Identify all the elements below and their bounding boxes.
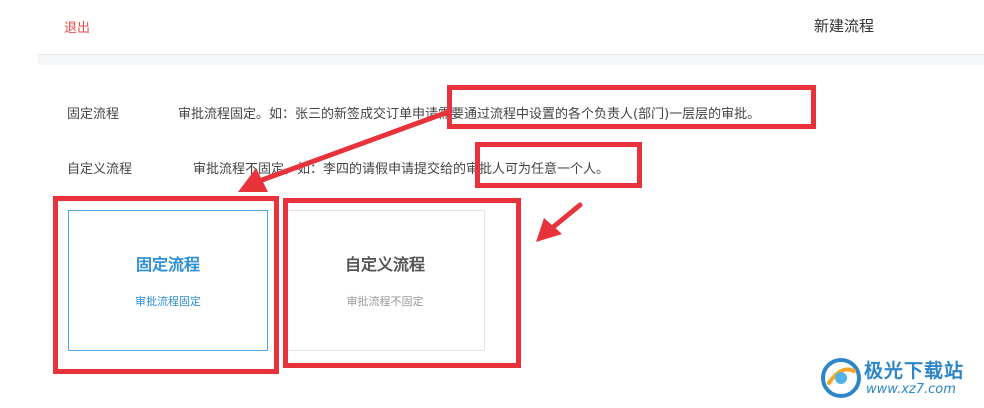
watermark-url: www.xz7.com <box>866 382 956 397</box>
card-subtitle: 审批流程固定 <box>135 295 201 308</box>
flow-type-description: 审批流程固定。如：张三的新签成交订单申请需要通过流程中设置的各个负责人(部门)一… <box>178 107 761 122</box>
card-title: 自定义流程 <box>344 255 425 274</box>
logout-link[interactable]: 退出 <box>64 17 90 36</box>
flow-type-name: 固定流程 <box>67 107 120 122</box>
card-subtitle: 审批流程不固定 <box>346 295 424 308</box>
header-divider-band <box>38 55 984 65</box>
custom-flow-card[interactable]: 自定义流程 审批流程不固定 <box>285 210 485 351</box>
top-bar: 退出 新建流程 <box>38 0 984 55</box>
watermark: 极光下载站 www.xz7.com <box>820 352 980 404</box>
flow-type-description: 审批流程不固定，如：李四的请假申请提交给的审批人可为任意一个人。 <box>193 162 610 177</box>
card-title: 固定流程 <box>135 255 200 274</box>
watermark-text: 极光下载站 <box>864 360 965 382</box>
page-title: 新建流程 <box>814 17 875 35</box>
watermark-logo-icon <box>821 358 861 398</box>
arrow-to-fixed-card-icon <box>238 109 451 192</box>
fixed-flow-card[interactable]: 固定流程 审批流程固定 <box>68 210 268 351</box>
flow-type-name: 自定义流程 <box>67 162 133 177</box>
arrow-to-custom-card-icon <box>536 202 583 242</box>
